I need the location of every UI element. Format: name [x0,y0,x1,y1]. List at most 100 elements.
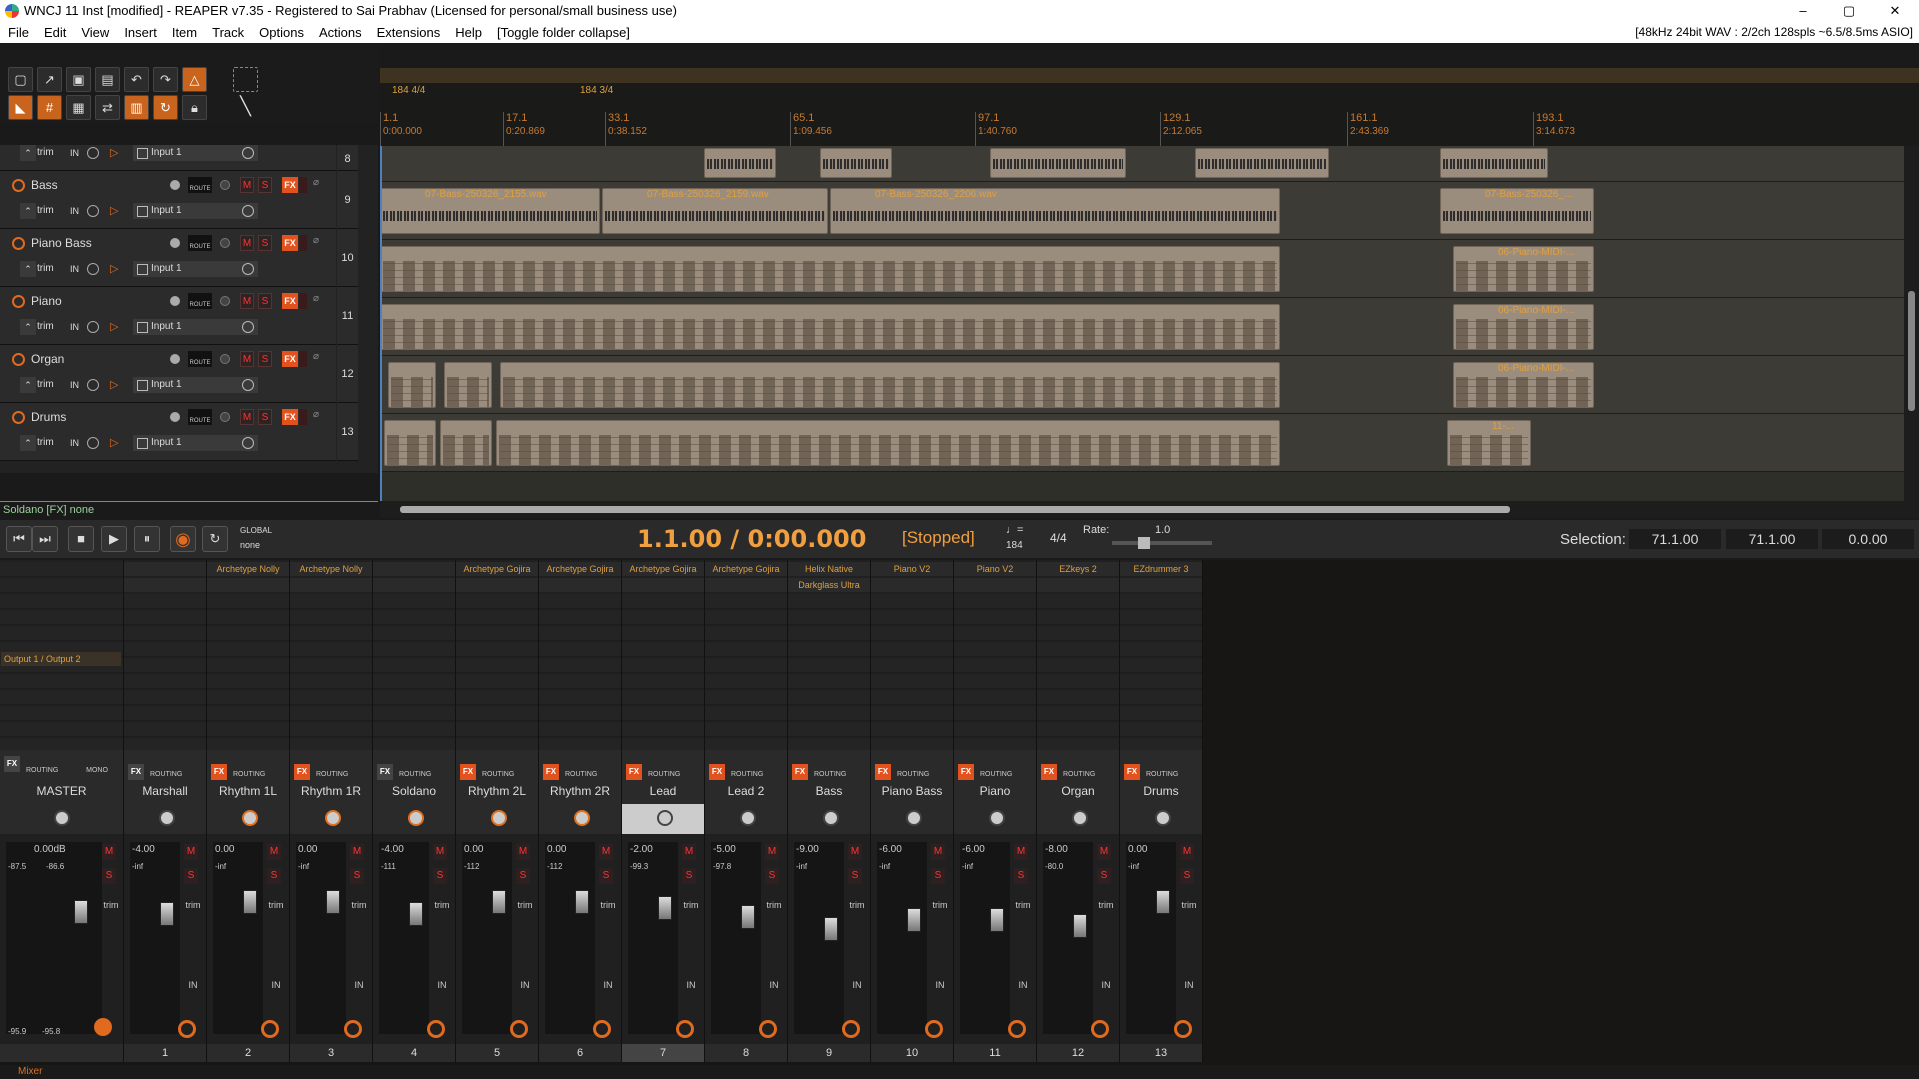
volume-fader[interactable] [243,890,257,914]
chevron-down-icon[interactable] [87,263,99,275]
solo-button[interactable]: S [765,868,779,884]
midi-item[interactable] [500,362,1280,408]
fx-slot[interactable]: EZdrummer 3 [1120,562,1202,576]
route-button[interactable]: ROUTE [188,351,212,367]
chevron-down-icon[interactable] [242,437,254,449]
track-lane-bass[interactable]: 07-Bass-250326_2155.wav 07-Bass-250326_2… [380,182,1904,240]
volume-knob[interactable] [170,238,180,248]
record-arm-icon[interactable] [427,1020,445,1038]
strip-fx-button[interactable]: FX [792,764,808,780]
rate-slider[interactable] [1112,537,1212,549]
volume-fader[interactable] [326,890,340,914]
audio-device-status[interactable]: [48kHz 24bit WAV : 2/2ch 128spls ~6.5/8.… [1635,22,1913,43]
trim-button[interactable]: trim [37,261,67,277]
monitor-icon[interactable]: ▷ [110,377,124,393]
master-mute-button[interactable]: M [102,844,116,860]
record-arm-icon[interactable] [1174,1020,1192,1038]
midi-item[interactable] [384,420,436,466]
record-arm-icon[interactable] [925,1020,943,1038]
record-arm-icon[interactable] [12,295,25,308]
volume-db[interactable]: 0.00 [215,844,234,855]
volume-fader[interactable] [907,908,921,932]
selection-length[interactable]: 0.0.00 [1822,529,1914,549]
midi-item[interactable]: 06-Piano-MIDI-... [1453,246,1594,292]
horizontal-scrollbar[interactable] [380,501,1919,518]
project-settings-icon[interactable]: ▤ [95,67,120,92]
volume-knob[interactable] [170,296,180,306]
pan-knob[interactable] [574,810,590,826]
solo-button[interactable]: S [516,868,530,884]
scrollbar-thumb[interactable] [1908,291,1915,411]
input-button[interactable]: IN [514,980,536,990]
rate-value[interactable]: 1.0 [1155,524,1170,536]
fx-slot[interactable]: Archetype Nolly [207,562,289,576]
fx-slot-list[interactable] [290,594,372,754]
fx-button[interactable]: FX [282,293,298,309]
track-header[interactable]: Piano ROUTE M S FX ⌀ ⌃ trim IN ▷ Input 1 [0,287,336,345]
media-item[interactable]: 07-Bass-250326_2206.wav [830,188,1280,234]
fx-slot-list[interactable] [705,594,787,754]
menu-actions[interactable]: Actions [311,22,369,43]
record-arm-icon[interactable] [12,353,25,366]
track-header[interactable]: Organ ROUTE M S FX ⌀ ⌃ trim IN ▷ Input 1 [0,345,336,403]
fx-button[interactable]: FX [282,177,298,193]
arrange-view[interactable]: 07-Bass-250326_2155.wav 07-Bass-250326_2… [380,146,1904,501]
strip-routing-button[interactable]: ROUTING [150,764,182,780]
menu-file[interactable]: File [0,22,36,43]
fx-slot[interactable] [539,578,621,592]
track-number[interactable]: 12 [337,345,358,403]
play-icon[interactable]: ▶ [101,526,127,552]
strip-routing-button[interactable]: ROUTING [482,764,514,780]
monitor-icon[interactable]: ▷ [110,145,124,161]
input-button[interactable]: IN [265,980,287,990]
envelope-icon[interactable]: ⌃ [20,203,36,219]
track-header[interactable]: Drums ROUTE M S FX ⌀ ⌃ trim IN ▷ Input 1 [0,403,336,461]
midi-item[interactable] [380,246,1280,292]
chevron-down-icon[interactable] [242,147,254,159]
strip-fx-button[interactable]: FX [543,764,559,780]
strip-number[interactable]: 11 [954,1044,1036,1062]
trim-button[interactable]: trim [1012,900,1034,910]
mute-button[interactable]: M [765,844,779,860]
midi-item[interactable] [388,362,436,408]
input-button[interactable]: IN [597,980,619,990]
item-grouping-icon[interactable]: ▥ [124,95,149,120]
strip-name[interactable]: Rhythm 1L [207,784,289,800]
volume-fader[interactable] [160,902,174,926]
monitor-icon[interactable]: ▷ [110,319,124,335]
trim-button[interactable]: trim [514,900,536,910]
solo-button[interactable]: S [1097,868,1111,884]
master-fader[interactable] [74,900,88,924]
volume-db[interactable]: -4.00 [381,844,404,855]
input-select[interactable]: Input 1 [133,435,258,451]
solo-button[interactable]: S [599,868,613,884]
record-arm-icon[interactable] [1008,1020,1026,1038]
solo-button[interactable]: S [848,868,862,884]
track-number[interactable]: 11 [337,287,358,345]
input-button[interactable]: IN [182,980,204,990]
fx-slot[interactable]: Archetype Gojira [705,562,787,576]
fx-bypass-button[interactable] [299,351,307,367]
trim-button[interactable]: trim [597,900,619,910]
fx-slot[interactable] [124,562,206,576]
strip-routing-button[interactable]: ROUTING [399,764,431,780]
phase-icon[interactable]: ⌀ [313,235,319,246]
fx-slot[interactable] [622,578,704,592]
volume-fader[interactable] [990,908,1004,932]
pan-knob[interactable] [159,810,175,826]
selection-start[interactable]: 71.1.00 [1629,529,1721,549]
solo-button[interactable]: S [931,868,945,884]
volume-knob[interactable] [170,354,180,364]
pan-knob[interactable] [1155,810,1171,826]
master-settings-icon[interactable] [94,1018,112,1036]
trim-button[interactable]: trim [929,900,951,910]
mute-button[interactable]: M [240,177,254,193]
minimize-button[interactable]: – [1780,0,1826,22]
solo-button[interactable]: S [258,293,272,309]
volume-knob[interactable] [170,412,180,422]
envelope-icon[interactable]: ⌃ [20,435,36,451]
fx-slot-list[interactable] [622,594,704,754]
strip-routing-button[interactable]: ROUTING [897,764,929,780]
menu-view[interactable]: View [73,22,116,43]
strip-routing-button[interactable]: ROUTING [731,764,763,780]
